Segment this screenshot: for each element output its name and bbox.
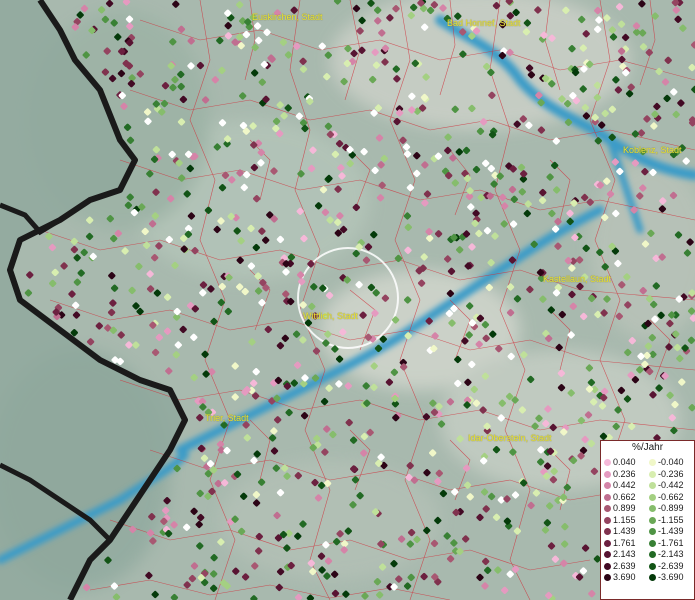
legend-swatch-negative [649, 574, 656, 582]
legend-row: 0.899 -0.899 [604, 503, 694, 515]
legend-swatch-positive [604, 459, 611, 467]
city-label-kastellaun: Kastellaun, Stadt [543, 274, 612, 284]
legend-swatch-positive [604, 562, 611, 570]
legend-swatch-positive [604, 493, 611, 501]
legend-row: 2.639 -2.639 [604, 561, 694, 573]
legend-value-positive: 3.690 [613, 572, 636, 583]
legend-row: 0.236 -0.236 [604, 469, 694, 481]
city-label-idar-oberstein: Idar-Oberstein, Stadt [468, 433, 552, 443]
legend-value-positive: 2.639 [613, 560, 636, 571]
legend-value-positive: 1.439 [613, 526, 636, 537]
legend-swatch-negative [649, 493, 656, 501]
legend-value-positive: 0.040 [613, 457, 636, 468]
legend-row: 1.761 -1.761 [604, 538, 694, 550]
legend-value-negative: -0.040 [658, 457, 684, 468]
legend-row: 0.442 -0.442 [604, 480, 694, 492]
legend-row: 3.690 -3.690 [604, 572, 694, 584]
legend-swatch-negative [649, 470, 656, 478]
legend-value-negative: -2.143 [658, 549, 684, 560]
legend-swatch-positive [604, 470, 611, 478]
city-label-bad-honnef: Bad Honnef, Stadt [447, 18, 521, 28]
legend: %/Jahr 0.040 -0.040 0.236 -0.236 0.442 -0.442… [600, 440, 695, 600]
legend-value-negative: -0.442 [658, 480, 684, 491]
legend-swatch-negative [649, 505, 656, 513]
city-label-wittlich: Wittlich, Stadt [303, 311, 359, 321]
legend-swatch-positive [604, 516, 611, 524]
legend-swatch-positive [604, 574, 611, 582]
legend-swatch-negative [649, 459, 656, 467]
legend-value-positive: 0.662 [613, 491, 636, 502]
legend-swatch-negative [649, 516, 656, 524]
legend-value-positive: 0.899 [613, 503, 636, 514]
legend-swatch-negative [649, 562, 656, 570]
legend-value-negative: -1.155 [658, 514, 684, 525]
legend-swatch-positive [604, 505, 611, 513]
legend-row: 1.439 -1.439 [604, 526, 694, 538]
legend-value-negative: -1.439 [658, 526, 684, 537]
legend-value-negative: -0.899 [658, 503, 684, 514]
legend-value-positive: 2.143 [613, 549, 636, 560]
legend-value-negative: -3.690 [658, 572, 684, 583]
legend-value-negative: -0.662 [658, 491, 684, 502]
legend-rows: 0.040 -0.040 0.236 -0.236 0.442 -0.442 0.662 -0… [604, 457, 694, 584]
legend-swatch-positive [604, 482, 611, 490]
legend-swatch-negative [649, 539, 656, 547]
city-label-koblenz: Koblenz, Stadt [623, 145, 682, 155]
legend-value-negative: -2.639 [658, 560, 684, 571]
legend-value-negative: -0.236 [658, 468, 684, 479]
legend-row: 2.143 -2.143 [604, 549, 694, 561]
map-canvas[interactable] [0, 0, 695, 600]
legend-value-positive: 1.761 [613, 537, 636, 548]
legend-swatch-negative [649, 551, 656, 559]
legend-value-positive: 0.442 [613, 480, 636, 491]
legend-row: 0.040 -0.040 [604, 457, 694, 469]
legend-value-negative: -1.761 [658, 537, 684, 548]
legend-swatch-positive [604, 539, 611, 547]
legend-title: %/Jahr [631, 442, 664, 453]
legend-swatch-positive [604, 528, 611, 536]
legend-swatch-negative [649, 528, 656, 536]
legend-swatch-positive [604, 551, 611, 559]
legend-row: 0.662 -0.662 [604, 492, 694, 504]
legend-swatch-negative [649, 482, 656, 490]
legend-value-positive: 1.155 [613, 514, 636, 525]
legend-row: 1.155 -1.155 [604, 515, 694, 527]
legend-value-positive: 0.236 [613, 468, 636, 479]
city-label-trier: Trier, Stadt [205, 413, 249, 423]
city-label-euskirchen: Euskirchen, Stadt [252, 12, 323, 22]
